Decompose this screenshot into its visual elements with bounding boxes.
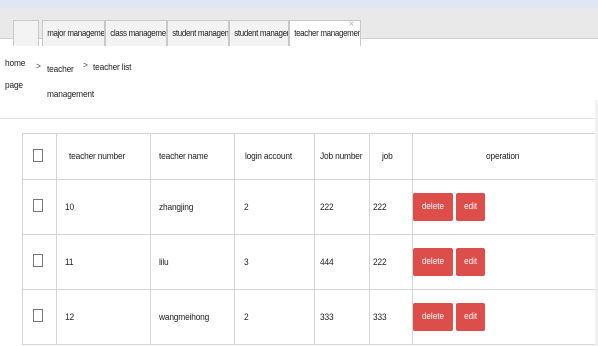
- edit-button[interactable]: edit: [455, 248, 486, 276]
- cell-job: 222: [369, 234, 413, 290]
- delete-button[interactable]: delete: [413, 193, 453, 221]
- cell-teacher-name: lilu: [150, 234, 235, 290]
- breadcrumb-teacher-line1[interactable]: teacher: [47, 64, 74, 75]
- row-select-cell: [22, 234, 57, 290]
- cell-teacher-name: zhangjing: [150, 179, 235, 235]
- edit-button[interactable]: edit: [455, 303, 486, 331]
- cell-teacher-number: 10: [56, 179, 151, 235]
- breadcrumb-home-line1[interactable]: home: [5, 58, 25, 69]
- cell-login-account: 2: [234, 289, 315, 345]
- row-select-cell: [22, 179, 57, 235]
- cell-login-account: 3: [234, 234, 315, 290]
- table-row: 10 zhangjing 2 222 222 delete edit: [22, 179, 597, 235]
- delete-button[interactable]: delete: [413, 248, 453, 276]
- breadcrumb-current: teacher list: [93, 62, 132, 73]
- select-all-checkbox[interactable]: [33, 148, 43, 162]
- window-top-strip: [0, 0, 598, 8]
- table-header-row: teacher number teacher name login accoun…: [22, 133, 597, 180]
- row-select-cell: [22, 289, 57, 345]
- column-header-teacher-number: teacher number: [56, 133, 151, 180]
- cell-job-number: 222: [314, 179, 370, 235]
- row-checkbox[interactable]: [33, 199, 43, 212]
- breadcrumb: home page > teacher management > teacher…: [0, 38, 598, 100]
- cell-teacher-number: 12: [56, 289, 151, 345]
- cell-teacher-name: wangmeihong: [150, 289, 235, 345]
- edit-button[interactable]: edit: [455, 193, 486, 221]
- column-header-teacher-name: teacher name: [150, 133, 235, 180]
- cell-operation: delete edit: [412, 289, 597, 345]
- cell-login-account: 2: [234, 179, 315, 235]
- breadcrumb-separator-icon: >: [83, 60, 88, 71]
- teacher-table: teacher number teacher name login accoun…: [22, 133, 597, 345]
- header-divider: [0, 118, 598, 119]
- cell-job-number: 333: [314, 289, 370, 345]
- cell-operation: delete edit: [412, 234, 597, 290]
- table-row: 11 lilu 3 444 222 delete edit: [22, 234, 597, 290]
- delete-button[interactable]: delete: [413, 303, 453, 331]
- column-header-job: job: [369, 133, 413, 180]
- row-checkbox[interactable]: [33, 254, 43, 267]
- row-checkbox[interactable]: [33, 309, 43, 322]
- tab-close-icon[interactable]: ×: [349, 21, 355, 38]
- breadcrumb-separator-icon: >: [36, 61, 41, 72]
- column-header-job-number: Job number: [314, 133, 370, 180]
- cell-job: 333: [369, 289, 413, 345]
- tab-bar: major management class management studen…: [0, 8, 598, 46]
- breadcrumb-teacher-line2[interactable]: management: [47, 89, 94, 100]
- select-all-cell: [22, 133, 57, 180]
- table-row: 12 wangmeihong 2 333 333 delete edit: [22, 289, 597, 345]
- cell-job-number: 444: [314, 234, 370, 290]
- cell-teacher-number: 11: [56, 234, 151, 290]
- column-header-login-account: login account: [234, 133, 315, 180]
- breadcrumb-home-line2[interactable]: page: [5, 80, 23, 91]
- cell-operation: delete edit: [412, 179, 597, 235]
- column-header-operation: operation: [412, 133, 597, 180]
- cell-job: 222: [369, 179, 413, 235]
